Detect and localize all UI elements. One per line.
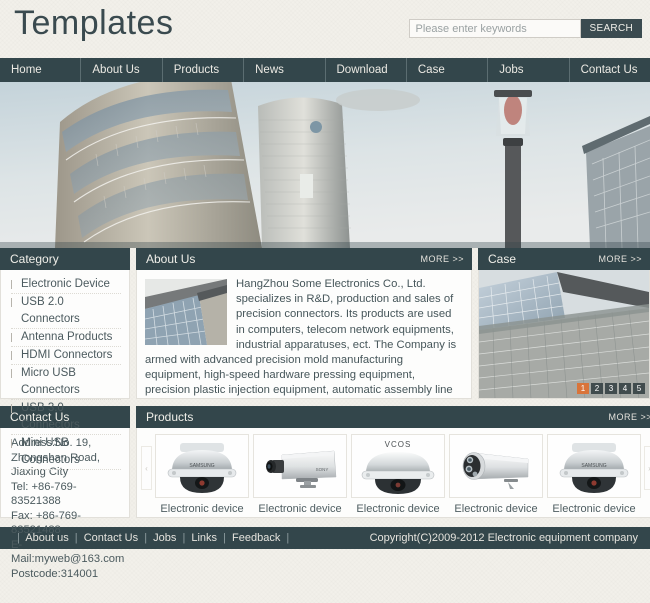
page-title: Templates <box>14 4 174 42</box>
svg-text:SONY: SONY <box>316 467 329 472</box>
case-image-artwork <box>479 270 649 398</box>
case-page-5[interactable]: 5 <box>633 383 645 394</box>
case-more-link[interactable]: MORE >> <box>598 248 642 270</box>
svg-text:SAMSUNG: SAMSUNG <box>581 463 606 469</box>
product-thumbnail-dome-camera-icon: SAMSUNG <box>155 434 249 498</box>
case-page-4[interactable]: 4 <box>619 383 631 394</box>
category-panel: Category Electronic Device USB 2.0 Conne… <box>0 248 130 470</box>
footer-link-about-us[interactable]: About us <box>25 532 68 544</box>
product-thumbnail-box-camera-icon: SONY <box>253 434 347 498</box>
nav-item-contact-us[interactable]: Contact Us <box>570 58 650 82</box>
case-panel: Case MORE >> 1 2 3 4 5 <box>478 248 650 399</box>
category-panel-title: Category <box>10 252 59 266</box>
search-box: SEARCH <box>408 19 642 38</box>
footer-sep-0: | <box>17 532 20 544</box>
search-input[interactable] <box>408 19 581 38</box>
footer-sep-4: | <box>223 532 226 544</box>
product-item-1[interactable]: SAMSUNG Electronic device <box>155 434 249 515</box>
product-label-1: Electronic device <box>160 503 244 515</box>
about-thumbnail-artwork <box>145 279 227 345</box>
category-list: Electronic Device USB 2.0 Connectors Ant… <box>11 276 121 470</box>
case-page-2[interactable]: 2 <box>591 383 603 394</box>
category-item-micro-usb-connectors[interactable]: Micro USB Connectors <box>11 365 121 400</box>
category-item-usb-2-0-connectors[interactable]: USB 2.0 Connectors <box>11 294 121 329</box>
product-label-5: Electronic device <box>552 503 636 515</box>
footer-sep-5: | <box>286 532 290 544</box>
product-item-2[interactable]: SONY Electronic device <box>253 434 347 515</box>
category-item-mini-usb-connectors[interactable]: Mini USB Connectors <box>11 435 121 470</box>
nav-item-news[interactable]: News <box>244 58 326 82</box>
nav-item-jobs[interactable]: Jobs <box>488 58 570 82</box>
case-panel-body: 1 2 3 4 5 <box>478 270 650 399</box>
category-panel-header: Category <box>0 248 130 270</box>
footer-links: | About us | Contact Us | Jobs | Links |… <box>14 532 292 544</box>
product-label-2: Electronic device <box>258 503 342 515</box>
footer-link-jobs[interactable]: Jobs <box>153 532 176 544</box>
case-pagination: 1 2 3 4 5 <box>577 383 645 394</box>
products-panel-body: ‹ SAMSUNG Electronic device SONY Electro… <box>136 428 650 518</box>
about-panel-header: About Us MORE >> <box>136 248 472 270</box>
case-page-3[interactable]: 3 <box>605 383 617 394</box>
hero-banner-image <box>0 82 650 248</box>
category-item-usb-3-0-connectors[interactable]: USB 3.0 Connectors <box>11 400 121 435</box>
footer-link-feedback[interactable]: Feedback <box>232 532 280 544</box>
products-more-link[interactable]: MORE >> <box>608 406 650 428</box>
category-item-hdmi-connectors[interactable]: HDMI Connectors <box>11 347 121 365</box>
about-panel-title: About Us <box>146 252 196 266</box>
box-camera-artwork: SONY <box>266 450 337 488</box>
product-item-3[interactable]: VCOS Electronic device <box>351 434 445 515</box>
page-root: Templates SEARCH Home About Us Products … <box>0 0 650 603</box>
dome-camera-vcos-artwork: VCOS <box>361 440 435 494</box>
site-header: Templates SEARCH <box>0 0 650 58</box>
products-carousel-track: SAMSUNG Electronic device SONY Electroni… <box>152 434 644 515</box>
nav-item-case[interactable]: Case <box>407 58 489 82</box>
products-prev-arrow-icon[interactable]: ‹ <box>141 446 152 490</box>
about-more-link[interactable]: MORE >> <box>420 248 464 270</box>
case-panel-title: Case <box>488 252 517 266</box>
contact-tel: Tel: +86-769-83521388 <box>11 480 77 508</box>
product-thumbnail-dome-camera-vcos-icon: VCOS <box>351 434 445 498</box>
banner-artwork <box>0 82 650 248</box>
svg-text:SAMSUNG: SAMSUNG <box>189 463 214 469</box>
nav-item-download[interactable]: Download <box>326 58 407 82</box>
footer-link-contact-us[interactable]: Contact Us <box>84 532 138 544</box>
product-thumbnail-dome-camera-icon-2: SAMSUNG <box>547 434 641 498</box>
product-label-4: Electronic device <box>454 503 538 515</box>
about-panel-body: HangZhou Some Electronics Co., Ltd. spec… <box>136 270 472 399</box>
footer-link-links[interactable]: Links <box>191 532 217 544</box>
footer-sep-2: | <box>144 532 148 544</box>
search-button[interactable]: SEARCH <box>580 19 642 38</box>
product-label-3: Electronic device <box>356 503 440 515</box>
product-thumbnail-bullet-ir-camera-icon <box>449 434 543 498</box>
case-page-1[interactable]: 1 <box>577 383 589 394</box>
product-item-5[interactable]: SAMSUNG Electronic device <box>547 434 641 515</box>
category-panel-body: Electronic Device USB 2.0 Connectors Ant… <box>0 270 130 470</box>
products-next-arrow-icon[interactable]: › <box>644 446 650 490</box>
upper-panels-row: Category Electronic Device USB 2.0 Conne… <box>0 248 650 470</box>
nav-item-home[interactable]: Home <box>0 58 82 82</box>
category-item-antenna-products[interactable]: Antenna Products <box>11 329 121 347</box>
footer-copyright: Copyright(C)2009-2012 Electronic equipme… <box>369 532 638 544</box>
products-panel-header: Products MORE >> <box>136 406 650 428</box>
products-panel: Products MORE >> ‹ SAMSUNG Electronic de… <box>136 406 650 518</box>
nav-item-products[interactable]: Products <box>163 58 245 82</box>
product-item-4[interactable]: Electronic device <box>449 434 543 515</box>
case-panel-header: Case MORE >> <box>478 248 650 270</box>
about-panel: About Us MORE >> HangZhou Some Electroni… <box>136 248 472 399</box>
dome-camera-artwork-2: SAMSUNG <box>559 443 629 493</box>
nav-item-about-us[interactable]: About Us <box>81 58 163 82</box>
main-navigation: Home About Us Products News Download Cas… <box>0 58 650 82</box>
about-thumbnail-image <box>145 279 227 345</box>
svg-text:VCOS: VCOS <box>385 440 412 449</box>
category-item-electronic-device[interactable]: Electronic Device <box>11 276 121 294</box>
dome-camera-artwork: SAMSUNG <box>167 443 237 493</box>
bullet-ir-camera-artwork <box>462 452 529 489</box>
footer-sep-3: | <box>182 532 186 544</box>
footer-sep-1: | <box>74 532 78 544</box>
contact-postcode: Postcode:314001 <box>11 567 99 580</box>
products-panel-title: Products <box>146 410 194 424</box>
